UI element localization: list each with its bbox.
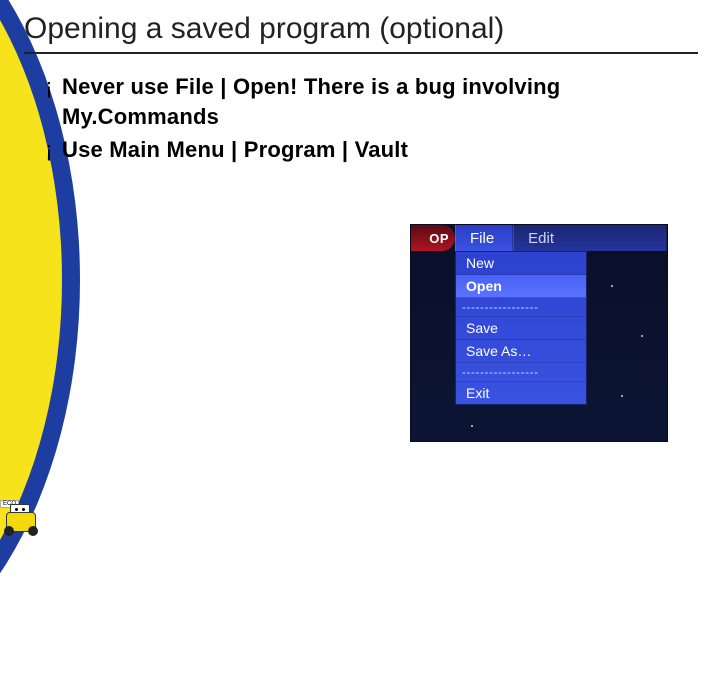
bullet-list: ¡ Never use File | Open! There is a bug … [36,72,698,165]
stop-tab[interactable]: OP [411,225,455,251]
robot-icon: ECO [2,492,46,536]
star-icon [471,425,473,427]
slide-title: Opening a saved program (optional) [24,12,698,54]
star-icon [641,335,643,337]
robot-wheel [4,526,14,536]
file-menu-tab[interactable]: File [455,225,513,251]
bullet-text: Use Main Menu | Program | Vault [62,135,698,165]
star-icon [621,395,623,397]
menu-item-saveas[interactable]: Save As… [456,340,586,363]
list-item: ¡ Never use File | Open! There is a bug … [36,72,698,131]
bullet-text: Never use File | Open! There is a bug in… [62,72,698,131]
menu-separator: ----------------- [456,298,586,317]
file-dropdown: New Open ----------------- Save Save As…… [455,251,587,405]
robot-wheel [28,526,38,536]
slide-content: Opening a saved program (optional) ¡ Nev… [0,0,720,165]
menu-item-new[interactable]: New [456,252,586,275]
menu-item-open[interactable]: Open [456,275,586,298]
edit-menu-tab[interactable]: Edit [513,225,667,251]
menu-screenshot: OP File Edit New Open ----------------- … [410,224,668,442]
menu-item-exit[interactable]: Exit [456,382,586,404]
bullet-marker-icon: ¡ [36,72,62,131]
menu-item-save[interactable]: Save [456,317,586,340]
bullet-marker-icon: ¡ [36,135,62,165]
menu-bar: OP File Edit [411,225,667,251]
star-icon [611,285,613,287]
menu-separator: ----------------- [456,363,586,382]
list-item: ¡ Use Main Menu | Program | Vault [36,135,698,165]
